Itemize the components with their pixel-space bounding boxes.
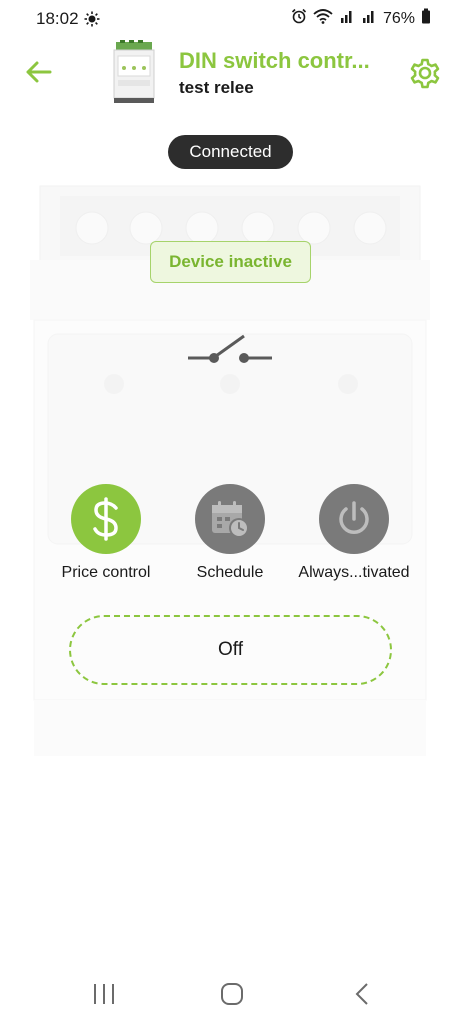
wifi-icon — [313, 8, 333, 29]
state-toggle-button[interactable]: Off — [69, 615, 392, 685]
arrow-left-icon — [26, 61, 52, 83]
signal-icon-2 — [361, 8, 377, 29]
device-thumbnail — [112, 40, 156, 104]
relay-switch-icon — [186, 332, 274, 373]
app-header: DIN switch contr... test relee — [0, 36, 461, 116]
home-button[interactable] — [220, 982, 244, 1011]
mode-label: Schedule — [196, 564, 264, 581]
device-state-badge: Device inactive — [150, 241, 311, 283]
home-icon — [221, 983, 243, 1005]
system-navigation-bar — [0, 974, 461, 1024]
status-time: 18:02 — [36, 9, 79, 28]
battery-icon — [421, 8, 431, 29]
back-button[interactable] — [22, 56, 54, 88]
recent-apps-button[interactable] — [92, 982, 116, 1011]
signal-icon-1 — [339, 8, 355, 29]
recent-apps-icon — [94, 984, 114, 1004]
mode-label: Always...tivated — [298, 564, 410, 581]
dollar-icon — [71, 484, 141, 554]
connection-status-pill: Connected — [168, 135, 293, 169]
mode-schedule[interactable]: Schedule — [160, 484, 300, 582]
device-name: test relee — [179, 78, 254, 97]
chevron-left-icon — [355, 983, 368, 1005]
mode-price-control[interactable]: Price control — [36, 484, 176, 582]
system-back-button[interactable] — [352, 982, 372, 1011]
mode-always-activated[interactable]: Always...tivated — [284, 484, 424, 582]
alarm-icon — [291, 8, 307, 29]
power-icon — [319, 484, 389, 554]
mode-label: Price control — [61, 564, 151, 581]
battery-percent: 76% — [382, 9, 415, 27]
status-icons: 76% — [291, 8, 431, 29]
device-type-title: DIN switch contr... — [179, 48, 370, 73]
calendar-clock-icon — [195, 484, 265, 554]
status-bar: 18:02 76% — [0, 0, 461, 38]
gear-icon — [410, 58, 440, 89]
settings-button[interactable] — [407, 54, 443, 90]
brightness-icon — [84, 11, 100, 32]
